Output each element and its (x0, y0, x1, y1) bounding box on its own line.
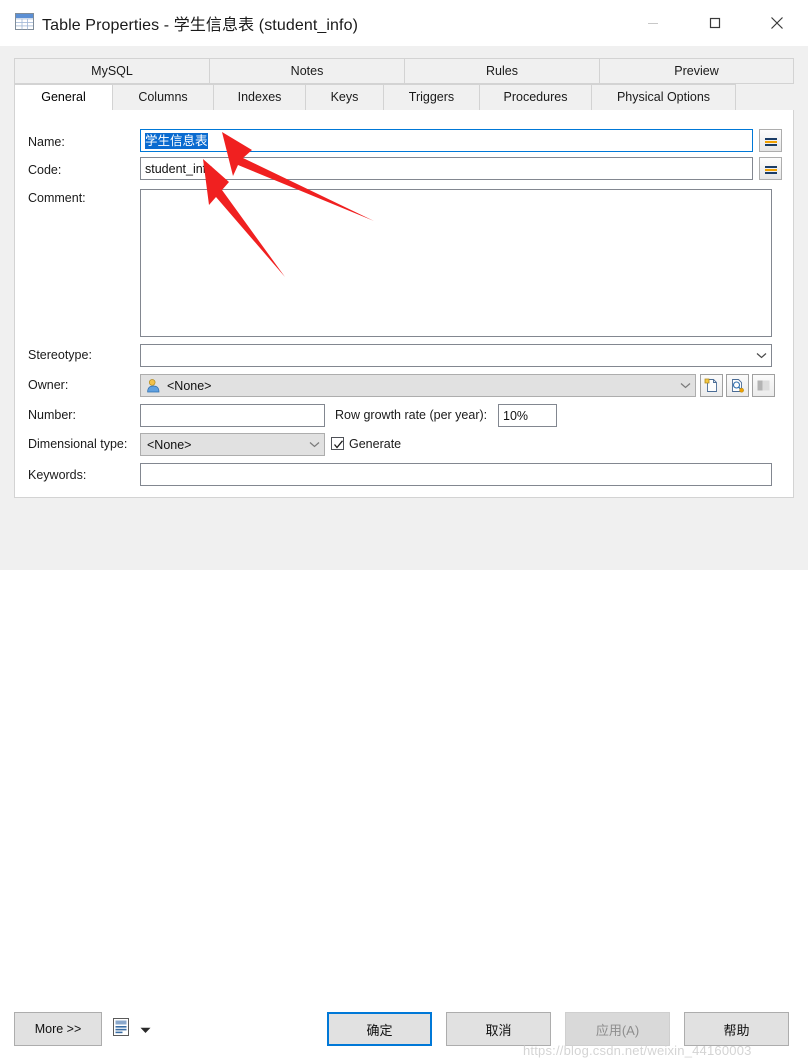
number-input[interactable] (140, 404, 325, 427)
stereotype-label: Stereotype: (28, 348, 92, 362)
name-equals-button[interactable] (759, 129, 782, 152)
chevron-down-icon (676, 375, 695, 396)
more-button[interactable]: More >> (14, 1012, 102, 1046)
print-report-icon[interactable] (110, 1016, 132, 1038)
tab-mysql[interactable]: MySQL (14, 58, 209, 84)
tab-preview[interactable]: Preview (599, 58, 794, 84)
code-label: Code: (28, 163, 62, 177)
row-growth-rate-input[interactable]: 10% (498, 404, 557, 427)
owner-value: <None> (167, 378, 212, 393)
dimensional-type-label: Dimensional type: (28, 437, 128, 451)
maximize-icon[interactable] (692, 0, 738, 46)
row-growth-rate-value: 10% (503, 409, 529, 423)
keywords-label: Keywords: (28, 468, 87, 482)
chevron-down-icon[interactable] (140, 1023, 151, 1037)
ok-button[interactable]: 确定 (327, 1012, 432, 1046)
tab-general[interactable]: General (14, 84, 112, 110)
chevron-down-icon (752, 345, 771, 366)
name-input[interactable]: 学生信息表 (140, 129, 753, 152)
tab-rules[interactable]: Rules (404, 58, 599, 84)
dialog-footer: More >> 确定 取消 应用(A) 帮助 https://blog.csdn… (0, 500, 808, 1058)
dimensional-type-combobox[interactable]: <None> (140, 433, 325, 456)
window-title: Table Properties - 学生信息表 (student_info) (42, 17, 359, 34)
new-owner-icon[interactable] (700, 374, 723, 397)
row-growth-rate-label: Row growth rate (per year): (335, 408, 488, 422)
name-label: Name: (28, 135, 65, 149)
tab-row-secondary: MySQL Notes Rules Preview (14, 58, 794, 84)
chevron-down-icon (305, 434, 324, 455)
equals-icon (764, 136, 777, 146)
general-tab-panel: Name: 学生信息表 Code: student_info Comment: … (14, 110, 794, 498)
title-bar: Table Properties - 学生信息表 (student_info) (0, 0, 808, 46)
minimize-icon[interactable] (630, 0, 676, 46)
tab-keys[interactable]: Keys (305, 84, 383, 110)
owner-combobox[interactable]: <None> (140, 374, 696, 397)
tab-physical-options[interactable]: Physical Options (591, 84, 736, 110)
tab-strip: MySQL Notes Rules Preview General Column… (14, 58, 794, 112)
dimensional-type-value: <None> (147, 437, 192, 452)
table-icon (15, 13, 34, 30)
apply-button: 应用(A) (565, 1012, 670, 1046)
tab-notes[interactable]: Notes (209, 58, 404, 84)
table-properties-window: Table Properties - 学生信息表 (student_info) … (0, 0, 808, 1058)
generate-checkbox[interactable] (331, 437, 344, 450)
help-button[interactable]: 帮助 (684, 1012, 789, 1046)
tab-row-primary: General Columns Indexes Keys Triggers Pr… (14, 84, 736, 110)
delete-owner-icon (752, 374, 775, 397)
owner-label: Owner: (28, 378, 69, 392)
generate-label: Generate (349, 437, 402, 451)
code-equals-button[interactable] (759, 157, 782, 180)
watermark: https://blog.csdn.net/weixin_44160003 (523, 1043, 752, 1058)
code-input[interactable]: student_info (140, 157, 753, 180)
tab-columns[interactable]: Columns (112, 84, 213, 110)
user-icon (146, 378, 162, 397)
stereotype-combobox[interactable] (140, 344, 772, 367)
comment-textarea[interactable] (140, 189, 772, 337)
tab-procedures[interactable]: Procedures (479, 84, 591, 110)
number-label: Number: (28, 408, 76, 422)
tab-indexes[interactable]: Indexes (213, 84, 305, 110)
close-icon[interactable] (754, 0, 800, 46)
browse-owner-icon[interactable] (726, 374, 749, 397)
cancel-button[interactable]: 取消 (446, 1012, 551, 1046)
comment-label: Comment: (28, 191, 86, 205)
equals-icon (764, 164, 777, 174)
tab-triggers[interactable]: Triggers (383, 84, 479, 110)
code-input-value: student_info (145, 162, 214, 176)
name-input-value: 学生信息表 (145, 133, 208, 149)
keywords-input[interactable] (140, 463, 772, 486)
